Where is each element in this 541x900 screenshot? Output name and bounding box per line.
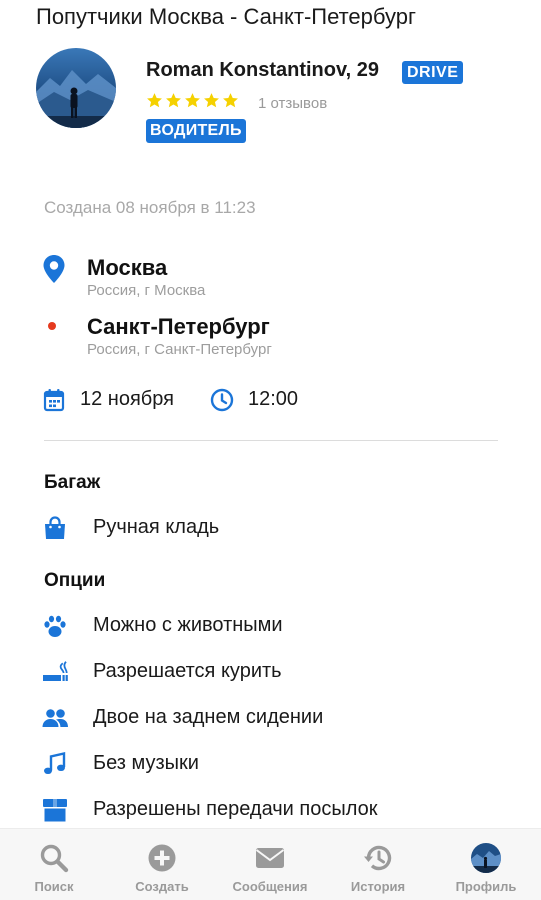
star-icon — [147, 93, 162, 108]
option-item: Разрешается курить — [93, 660, 282, 682]
star-icon — [166, 93, 181, 108]
calendar-icon — [43, 389, 65, 412]
bottom-nav: Поиск Создать Сообщения История Профиль — [0, 828, 541, 900]
star-icon — [185, 93, 200, 108]
option-item: Без музыки — [93, 752, 199, 774]
nav-history[interactable]: История — [324, 829, 432, 900]
driver-name[interactable]: Roman Konstantinov, 29 — [146, 59, 379, 82]
box-icon — [43, 799, 67, 822]
smoking-icon — [43, 661, 68, 681]
clock-icon — [210, 388, 234, 412]
rating-stars — [146, 92, 239, 109]
nav-search[interactable]: Поиск — [0, 829, 108, 900]
search-icon — [40, 844, 69, 873]
star-icon — [204, 93, 219, 108]
nav-profile[interactable]: Профиль — [432, 829, 540, 900]
nav-create[interactable]: Создать — [108, 829, 216, 900]
trip-date: 12 ноября — [80, 388, 174, 410]
page-title: Попутчики Москва - Санкт-Петербург — [36, 4, 417, 29]
origin-region: Россия, г Москва — [87, 282, 206, 299]
history-icon — [364, 845, 392, 871]
avatar — [471, 843, 501, 873]
role-badge: ВОДИТЕЛЬ — [146, 119, 246, 143]
luggage-item: Ручная кладь — [93, 516, 220, 538]
users-icon — [42, 709, 68, 727]
origin-city: Москва — [87, 255, 168, 280]
created-timestamp: Создана 08 ноября в 11:23 — [44, 198, 256, 217]
trip-details-screen: Попутчики Москва - Санкт-Петербург Roman… — [0, 0, 541, 900]
drive-badge: DRIVE — [402, 61, 464, 84]
destination-city: Санкт-Петербург — [87, 314, 270, 339]
nav-label: Профиль — [455, 879, 517, 894]
destination-dot-icon — [48, 322, 56, 330]
star-icon — [223, 93, 238, 108]
music-icon — [44, 752, 66, 774]
map-pin-icon — [43, 255, 65, 283]
paw-icon — [44, 615, 66, 637]
nav-messages[interactable]: Сообщения — [216, 829, 324, 900]
plus-circle-icon — [148, 844, 176, 872]
nav-label: Создать — [135, 879, 189, 894]
nav-label: История — [350, 879, 406, 894]
envelope-icon — [255, 848, 285, 868]
bag-icon — [45, 516, 65, 539]
destination-region: Россия, г Санкт-Петербург — [87, 341, 272, 358]
nav-label: Сообщения — [232, 879, 308, 894]
reviews-link[interactable]: 1 отзывов — [258, 95, 327, 112]
options-title: Опции — [44, 570, 106, 591]
nav-label: Поиск — [34, 879, 74, 894]
option-item: Разрешены передачи посылок — [93, 798, 378, 820]
luggage-title: Багаж — [44, 472, 101, 493]
trip-time: 12:00 — [248, 388, 299, 410]
driver-avatar[interactable] — [36, 48, 116, 128]
option-item: Можно с животными — [93, 614, 283, 636]
option-item: Двое на заднем сидении — [93, 706, 324, 728]
divider — [44, 440, 498, 441]
